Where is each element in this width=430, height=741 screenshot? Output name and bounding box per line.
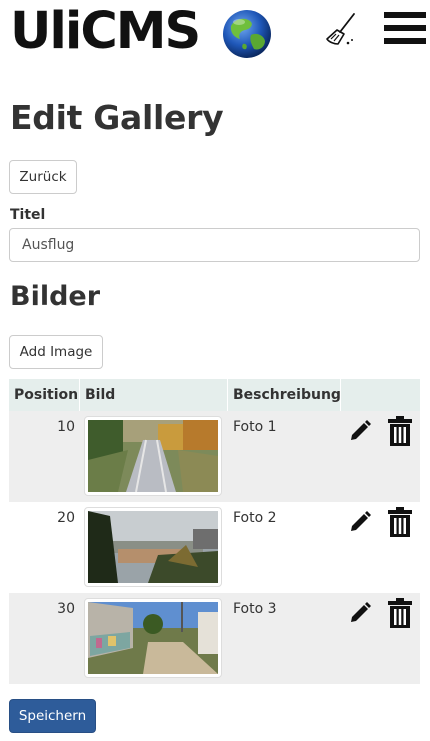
hamburger-menu-icon[interactable] [384, 12, 426, 44]
city-view-photo [88, 511, 218, 583]
pencil-icon[interactable] [349, 602, 371, 624]
globe-icon [223, 10, 271, 58]
trash-icon[interactable] [388, 598, 412, 628]
trash-icon[interactable] [388, 507, 412, 537]
top-bar: UliCMS [0, 0, 430, 64]
table-row: 10 Foto 1 [9, 411, 420, 502]
row-position: 20 [57, 510, 75, 526]
back-button[interactable]: Zurück [9, 160, 77, 194]
street-graffiti-photo [88, 602, 218, 674]
page-title: Edit Gallery [10, 98, 224, 137]
row-position: 10 [57, 419, 75, 435]
pencil-icon[interactable] [349, 420, 371, 442]
column-header-position[interactable]: Position [9, 379, 79, 411]
image-thumbnail [84, 507, 222, 587]
images-heading: Bilder [10, 281, 101, 312]
title-input[interactable] [9, 228, 420, 262]
row-description: Foto 3 [233, 601, 277, 617]
add-image-button[interactable]: Add Image [9, 335, 103, 369]
row-position: 30 [57, 601, 75, 617]
image-thumbnail [84, 416, 222, 496]
title-field-label: Titel [10, 207, 46, 223]
table-row: 20 Foto 2 [9, 502, 420, 593]
save-button[interactable]: Speichern [9, 699, 96, 733]
trash-icon[interactable] [388, 416, 412, 446]
railway-tracks-photo [88, 420, 218, 492]
table-row: 30 Foto 3 [9, 593, 420, 684]
images-table: Position Bild Beschreibung 10 Foto 1 20 … [9, 379, 420, 684]
pencil-icon[interactable] [349, 511, 371, 533]
column-header-description[interactable]: Beschreibung [228, 379, 341, 411]
table-header: Position Bild Beschreibung [9, 379, 420, 411]
image-thumbnail [84, 598, 222, 678]
row-description: Foto 2 [233, 510, 277, 526]
row-description: Foto 1 [233, 419, 277, 435]
broom-icon[interactable] [324, 12, 358, 46]
column-header-actions [341, 379, 420, 411]
logo-text[interactable]: UliCMS [10, 1, 201, 63]
column-header-image[interactable]: Bild [80, 379, 227, 411]
